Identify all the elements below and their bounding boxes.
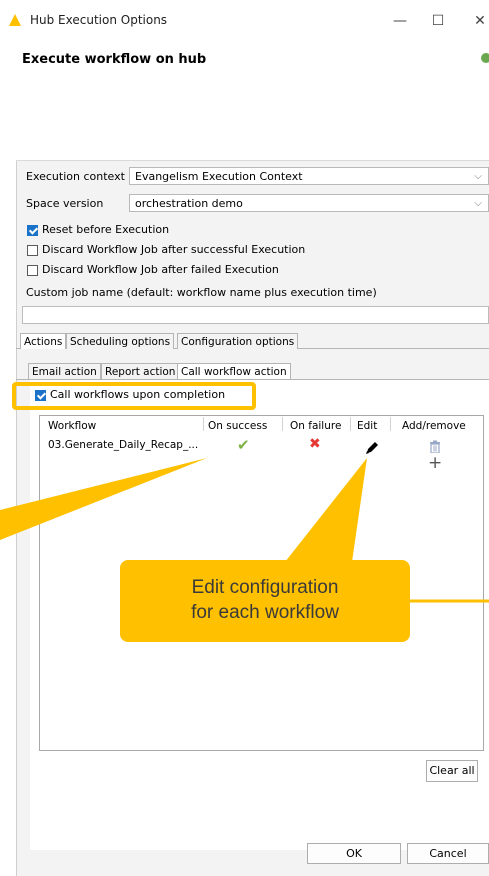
window-title: Hub Execution Options <box>30 13 168 27</box>
callout-line-2: for each workflow <box>191 602 339 623</box>
space-version-value: orchestration demo <box>135 197 243 210</box>
execution-context-select[interactable]: Evangelism Execution Context ⌵ <box>129 167 489 185</box>
minimize-icon[interactable]: — <box>380 8 420 34</box>
clear-all-button[interactable]: Clear all <box>426 760 478 782</box>
close-icon[interactable]: ✕ <box>460 8 489 34</box>
column-header-on-failure: On failure <box>290 420 342 432</box>
custom-job-name-label: Custom job name (default: workflow name … <box>26 286 377 299</box>
column-header-on-success: On success <box>208 420 268 432</box>
discard-after-success-checkbox[interactable] <box>27 245 38 256</box>
status-icon <box>481 53 489 63</box>
column-header-add-remove: Add/remove <box>402 420 466 432</box>
chevron-down-icon: ⌵ <box>474 171 482 182</box>
custom-job-name-input[interactable] <box>22 306 489 324</box>
tab-actions[interactable]: Actions <box>20 333 67 349</box>
column-divider <box>350 417 351 431</box>
highlight-frame <box>12 382 256 410</box>
app-logo-icon <box>9 14 21 26</box>
tab-report-action[interactable]: Report action <box>101 363 180 379</box>
column-divider <box>203 417 204 431</box>
space-version-select[interactable]: orchestration demo ⌵ <box>129 194 489 212</box>
edit-pencil-icon[interactable] <box>364 440 380 456</box>
column-header-edit: Edit <box>357 420 378 432</box>
tab-configuration-options[interactable]: Configuration options <box>177 333 299 349</box>
column-header-workflow: Workflow <box>48 420 97 432</box>
trash-icon[interactable] <box>429 440 441 453</box>
failure-x-icon[interactable]: ✖ <box>309 436 321 452</box>
tab-call-workflow-action[interactable]: Call workflow action <box>177 363 291 379</box>
discard-after-success-label: Discard Workflow Job after successful Ex… <box>42 243 306 256</box>
add-icon[interactable]: + <box>428 453 442 473</box>
page-title: Execute workflow on hub <box>22 52 207 67</box>
tab-scheduling-options[interactable]: Scheduling options <box>66 333 175 349</box>
reset-before-execution-label: Reset before Execution <box>42 223 170 236</box>
discard-after-failure-checkbox[interactable] <box>27 265 38 276</box>
cancel-button[interactable]: Cancel <box>407 843 489 864</box>
column-divider <box>282 417 283 431</box>
column-divider <box>390 417 391 431</box>
ok-button[interactable]: OK <box>307 843 401 864</box>
callout-box: Edit configuration for each workflow <box>120 560 410 642</box>
callout-line-1: Edit configuration <box>191 577 339 598</box>
discard-after-failure-label: Discard Workflow Job after failed Execut… <box>42 263 279 276</box>
workflow-name-cell: 03.Generate_Daily_Recap_... <box>48 439 199 451</box>
maximize-icon[interactable]: ☐ <box>418 8 458 34</box>
success-check-icon[interactable]: ✔ <box>237 436 250 454</box>
execution-context-label: Execution context <box>26 170 125 183</box>
reset-before-execution-checkbox[interactable] <box>27 225 38 236</box>
execution-context-value: Evangelism Execution Context <box>135 170 303 183</box>
space-version-label: Space version <box>26 197 104 210</box>
chevron-down-icon: ⌵ <box>474 198 482 209</box>
tab-email-action[interactable]: Email action <box>28 363 101 379</box>
